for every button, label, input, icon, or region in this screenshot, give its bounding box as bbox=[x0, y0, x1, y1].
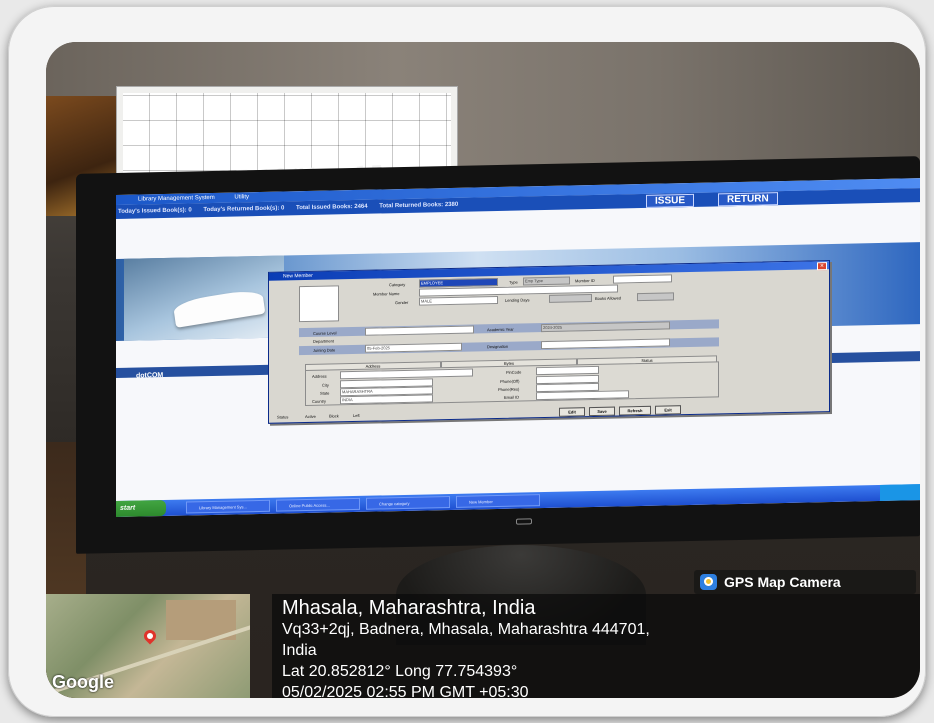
status-option-left[interactable]: Left bbox=[353, 413, 360, 418]
member-name-label: Member Name bbox=[373, 291, 400, 297]
state-label: State bbox=[320, 390, 330, 396]
total-returned: Total Returned Books: 2380 bbox=[379, 201, 459, 210]
camera-icon bbox=[700, 574, 717, 590]
photo-frame: CSW/17-18/Mon.15 Library Management Syst… bbox=[8, 6, 926, 717]
category-label: Category bbox=[389, 281, 406, 288]
taskbar-item-new-member[interactable]: New Member bbox=[456, 494, 540, 508]
books-allowed-field[interactable] bbox=[637, 292, 674, 302]
gps-city: Mhasala, Maharashtra, India bbox=[282, 597, 536, 619]
returned-today: Today's Returned Book(s): 0 bbox=[203, 205, 285, 214]
exit-button[interactable]: Exit bbox=[655, 405, 681, 415]
lending-days-label: Lending Days bbox=[505, 297, 530, 303]
gps-datetime: 05/02/2025 02:55 PM GMT +05:30 bbox=[282, 684, 529, 698]
member-id-label: Member ID bbox=[575, 277, 595, 284]
brand-logo: dotCOM bbox=[136, 372, 164, 380]
category-select[interactable]: EMPLOYEE bbox=[419, 278, 498, 288]
photo: CSW/17-18/Mon.15 Library Management Syst… bbox=[46, 42, 920, 698]
phone-off-label: Phone(Off) bbox=[500, 378, 520, 384]
app-title: Library Management System bbox=[138, 194, 215, 203]
refresh-button[interactable]: Refresh bbox=[619, 405, 651, 416]
gps-app-name: GPS Map Camera bbox=[724, 574, 841, 590]
email-field[interactable] bbox=[536, 390, 629, 401]
gps-coordinates: Lat 20.852812° Long 77.754393° bbox=[282, 663, 518, 680]
pincode-label: PinCode bbox=[506, 369, 522, 375]
gender-select[interactable]: MALE bbox=[419, 296, 498, 306]
location-map: Google bbox=[46, 594, 250, 698]
taskbar-item-change-category[interactable]: Change category bbox=[366, 496, 450, 510]
country-label: Country bbox=[312, 398, 327, 404]
joining-date-label: Joining Date bbox=[313, 347, 336, 353]
start-button[interactable]: start bbox=[116, 499, 166, 518]
taskbar-item-lms[interactable]: Library Management Sys... bbox=[186, 499, 270, 514]
academic-year-label: Academic Year bbox=[487, 326, 514, 333]
edit-button[interactable]: Edit bbox=[559, 407, 585, 417]
system-tray[interactable] bbox=[880, 484, 920, 501]
academic-year-select[interactable]: 2024-2025 bbox=[541, 321, 670, 333]
pincode-field[interactable] bbox=[536, 365, 599, 376]
email-label: Email ID bbox=[504, 394, 520, 400]
monitor-screen: Library Management System Utility Today'… bbox=[116, 178, 920, 518]
address-panel: Address City State MAHARASHTRA Country I… bbox=[305, 361, 719, 407]
issued-today: Today's Issued Book(s): 0 bbox=[118, 207, 192, 215]
taskbar-item-opac[interactable]: Online Public Access... bbox=[276, 497, 360, 512]
gps-app-tag: GPS Map Camera bbox=[694, 570, 916, 594]
map-brand: Google bbox=[52, 672, 114, 692]
type-label: Type bbox=[509, 279, 518, 285]
phone-res-label: Phone(Res) bbox=[498, 386, 520, 392]
type-select[interactable]: Emp Type bbox=[523, 276, 570, 286]
monitor-logo bbox=[516, 518, 532, 525]
return-button[interactable]: RETURN bbox=[718, 192, 778, 207]
total-issued: Total Issued Books: 2464 bbox=[296, 203, 368, 212]
map-pin-icon bbox=[141, 627, 159, 645]
address-label: Address bbox=[312, 373, 327, 379]
course-level-label: Course Level bbox=[313, 330, 337, 336]
gender-label: Gender bbox=[395, 299, 409, 306]
close-icon[interactable]: ✕ bbox=[817, 262, 827, 271]
taskbar: start Library Management Sys... Online P… bbox=[116, 484, 920, 518]
country-field[interactable]: INDIA bbox=[340, 394, 433, 405]
department-label: Department bbox=[313, 338, 334, 344]
address-field[interactable] bbox=[340, 368, 473, 380]
status-label: Status bbox=[277, 414, 289, 420]
lending-days-field[interactable] bbox=[549, 294, 592, 303]
monitor: Library Management System Utility Today'… bbox=[76, 156, 920, 554]
save-button[interactable]: Save bbox=[589, 406, 615, 417]
member-photo-box[interactable] bbox=[299, 285, 339, 323]
city-label: City bbox=[322, 382, 329, 388]
book-image bbox=[124, 255, 284, 341]
gps-info-panel: Mhasala, Maharashtra, India Vq33+2qj, Ba… bbox=[272, 594, 920, 698]
member-id-field[interactable] bbox=[613, 274, 672, 284]
status-option-block[interactable]: Block bbox=[329, 413, 339, 418]
course-level-select[interactable] bbox=[365, 325, 474, 336]
status-option-active[interactable]: Active bbox=[305, 414, 316, 419]
gps-address-line1: Vq33+2qj, Badnera, Mhasala, Maharashtra … bbox=[282, 621, 650, 638]
designation-label: Designation bbox=[487, 343, 509, 350]
gps-address-line2: India bbox=[282, 642, 317, 659]
new-member-dialog: New Member ✕ Category EMPLOYEE Type Emp … bbox=[268, 260, 830, 424]
menu-utility[interactable]: Utility bbox=[234, 194, 249, 200]
books-allowed-label: Books Allowed bbox=[595, 295, 622, 301]
issue-button[interactable]: ISSUE bbox=[646, 193, 695, 208]
